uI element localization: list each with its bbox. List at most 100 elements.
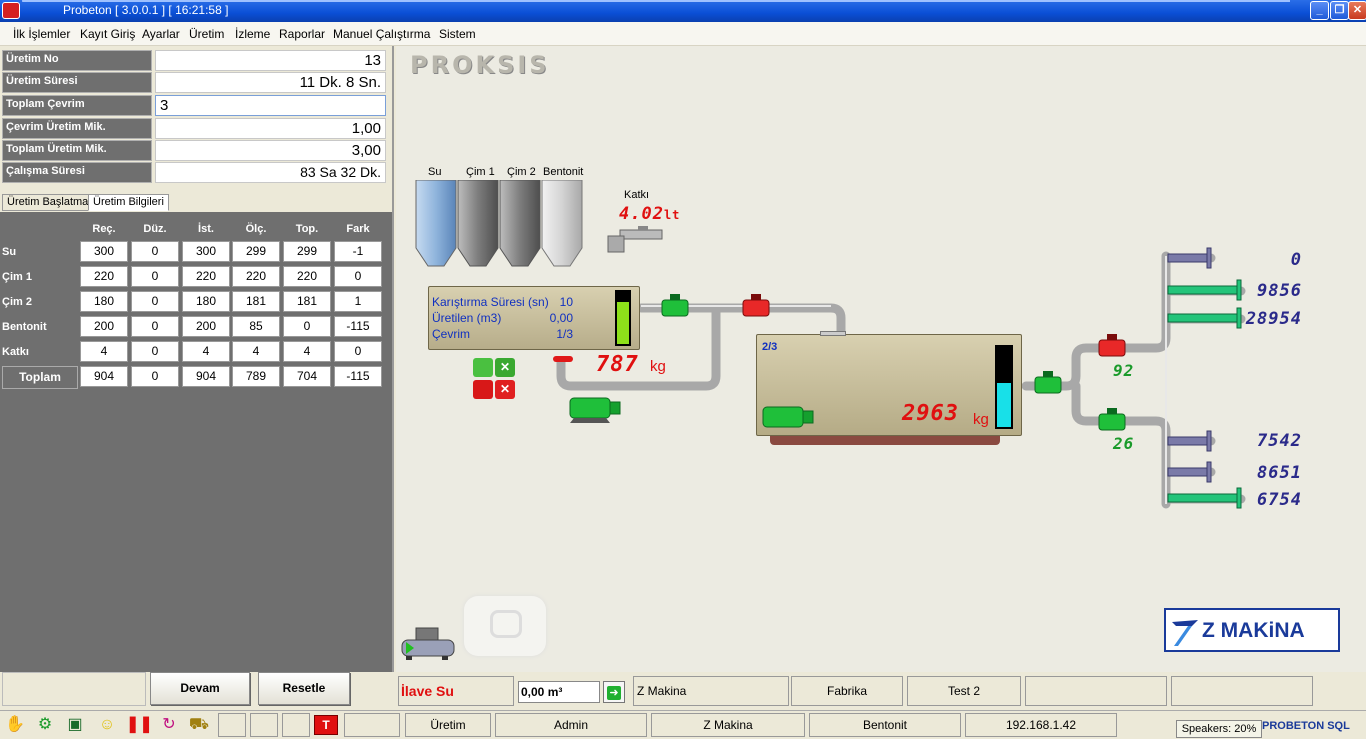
row-label-cim2: Çim 2 bbox=[2, 296, 32, 308]
scada-view: PROKSIS Su Çim 1 Çim 2 Bentonit Katkı 4.… bbox=[396, 46, 1366, 672]
table-cell: 0 bbox=[334, 266, 382, 287]
smiley-icon[interactable]: ☺ bbox=[96, 714, 118, 736]
info-value: 1,00 bbox=[155, 118, 386, 139]
mixer-level-bar bbox=[615, 290, 631, 346]
table-cell: 1 bbox=[334, 291, 382, 312]
pause-icon[interactable]: ❚❚ bbox=[126, 714, 153, 736]
close-button[interactable]: ✕ bbox=[1348, 1, 1366, 20]
total-cell: 904 bbox=[182, 366, 230, 387]
status-field-ip: 192.168.1.42 bbox=[965, 713, 1117, 737]
info-field-empty-1 bbox=[1025, 676, 1167, 706]
menu-raporlar[interactable]: Raporlar bbox=[279, 27, 325, 41]
valve-lower-branch-icon[interactable] bbox=[1097, 408, 1127, 434]
refresh-icon[interactable]: ↻ bbox=[158, 714, 180, 736]
z-makina-mark-icon bbox=[1172, 620, 1198, 646]
status-field-user: Admin bbox=[495, 713, 647, 737]
devam-button[interactable]: Devam bbox=[150, 672, 250, 705]
valve-upper-branch-icon[interactable] bbox=[1097, 334, 1127, 360]
scale-unit: kg bbox=[650, 358, 666, 375]
status-green-x-icon[interactable]: ✕ bbox=[495, 358, 515, 377]
table-cell: 85 bbox=[232, 316, 280, 337]
menu-izleme[interactable]: İzleme bbox=[235, 27, 270, 41]
info-field-empty-2 bbox=[1171, 676, 1313, 706]
app-icon[interactable] bbox=[2, 2, 20, 19]
column-header: Top. bbox=[295, 223, 319, 235]
table-cell: 180 bbox=[80, 291, 128, 312]
tab-uretim-baslatma[interactable]: Üretim Başlatma bbox=[2, 194, 94, 211]
table-cell: 300 bbox=[80, 241, 128, 262]
mixer-level-fill bbox=[617, 302, 629, 344]
mixing-tank: 2/3 2963 kg bbox=[756, 334, 1022, 436]
table-cell: 181 bbox=[283, 291, 331, 312]
info-row-toplam-uretim: Toplam Üretim Mik. 3,00 bbox=[2, 140, 386, 161]
menu-uretim[interactable]: Üretim bbox=[189, 27, 224, 41]
output-value-5: 8651 bbox=[1257, 463, 1302, 483]
table-cell: 200 bbox=[182, 316, 230, 337]
info-row-toplam-cevrim: Toplam Çevrim 3 bbox=[2, 95, 386, 116]
tab-uretim-bilgileri[interactable]: Üretim Bilgileri bbox=[88, 194, 169, 211]
forklift-icon[interactable]: ⛟ bbox=[188, 714, 210, 736]
resetle-button[interactable]: Resetle bbox=[258, 672, 350, 705]
empty-slot bbox=[2, 672, 146, 706]
table-cell: 220 bbox=[80, 266, 128, 287]
mixer-row-value: 1/3 bbox=[556, 327, 573, 341]
mixer-gate-indicator bbox=[553, 356, 573, 362]
table-cell: 181 bbox=[232, 291, 280, 312]
info-row-cevrim-uretim: Çevrim Üretim Mik. 1,00 bbox=[2, 118, 386, 139]
info-value: 83 Sa 32 Dk. bbox=[155, 162, 386, 183]
ilave-su-label: İlave Su bbox=[398, 676, 514, 706]
total-cell: 789 bbox=[232, 366, 280, 387]
status-field-mode: Üretim bbox=[405, 713, 491, 737]
film-icon[interactable]: ▣ bbox=[64, 714, 86, 736]
row-label-toplam: Toplam bbox=[2, 366, 78, 389]
menu-ilk-islemler[interactable]: İlk İşlemler bbox=[13, 27, 70, 41]
menu-manuel-calistirma[interactable]: Manuel Çalıştırma bbox=[333, 27, 430, 41]
output-value-6: 6754 bbox=[1257, 490, 1302, 510]
status-slot bbox=[218, 713, 246, 737]
status-red-x-icon[interactable]: ✕ bbox=[495, 380, 515, 399]
menu-ayarlar[interactable]: Ayarlar bbox=[142, 27, 180, 41]
status-red-indicator bbox=[473, 380, 493, 399]
lower-branch-value: 26 bbox=[1113, 434, 1135, 453]
t-icon[interactable]: T bbox=[314, 715, 338, 735]
info-value: 3,00 bbox=[155, 140, 386, 161]
valve-mixer-outlet-icon[interactable] bbox=[660, 294, 690, 320]
table-cell: 4 bbox=[182, 341, 230, 362]
table-cell: 300 bbox=[182, 241, 230, 262]
column-header: Ölç. bbox=[245, 223, 267, 235]
row-label-cim1: Çim 1 bbox=[2, 271, 32, 283]
valve-tank-inlet-icon[interactable] bbox=[741, 294, 771, 320]
info-label: Üretim Süresi bbox=[2, 72, 152, 93]
window-title: Probeton [ 3.0.0.1 ] [ 16:21:58 ] bbox=[63, 3, 229, 17]
status-green-indicator bbox=[473, 358, 493, 377]
menu-bar: İlk İşlemler Kayıt Giriş Ayarlar Üretim … bbox=[0, 22, 1366, 46]
mixer-row-value: 0,00 bbox=[549, 311, 573, 325]
total-cell: -115 bbox=[334, 366, 382, 387]
production-table: Reç. Düz. İst. Ölç. Top. Fark Su 300 0 3… bbox=[0, 212, 392, 672]
minimize-button[interactable]: _ bbox=[1310, 1, 1329, 20]
hand-tools-icon[interactable]: ✋ bbox=[4, 714, 26, 736]
table-cell: 220 bbox=[232, 266, 280, 287]
info-label: Toplam Çevrim bbox=[2, 95, 152, 116]
tank-level-fill bbox=[997, 383, 1011, 427]
info-label: Çevrim Üretim Mik. bbox=[2, 118, 152, 139]
row-label-su: Su bbox=[2, 246, 17, 258]
ilave-su-submit-button[interactable]: ➜ bbox=[603, 681, 625, 703]
valves-icon[interactable]: ⚙ bbox=[34, 714, 56, 736]
total-cell: 0 bbox=[131, 366, 179, 387]
menu-sistem[interactable]: Sistem bbox=[439, 27, 476, 41]
restore-button[interactable]: ❐ bbox=[1330, 1, 1349, 20]
toplam-cevrim-input[interactable]: 3 bbox=[155, 95, 386, 116]
compressor-icon[interactable] bbox=[400, 624, 458, 662]
menu-kayit-giris[interactable]: Kayıt Giriş bbox=[80, 27, 135, 41]
table-cell: 4 bbox=[80, 341, 128, 362]
placeholder-icon bbox=[464, 596, 546, 656]
info-row-uretim-suresi: Üretim Süresi 11 Dk. 8 Sn. bbox=[2, 72, 386, 93]
probeton-logo: PROBETON SQL bbox=[1262, 720, 1350, 732]
valve-tank-outlet-icon[interactable] bbox=[1033, 371, 1063, 397]
table-cell: 180 bbox=[182, 291, 230, 312]
info-label: Çalışma Süresi bbox=[2, 162, 152, 183]
ilave-su-input[interactable]: 0,00 m³ bbox=[518, 681, 600, 703]
column-header: İst. bbox=[198, 223, 214, 235]
table-cell: 299 bbox=[232, 241, 280, 262]
